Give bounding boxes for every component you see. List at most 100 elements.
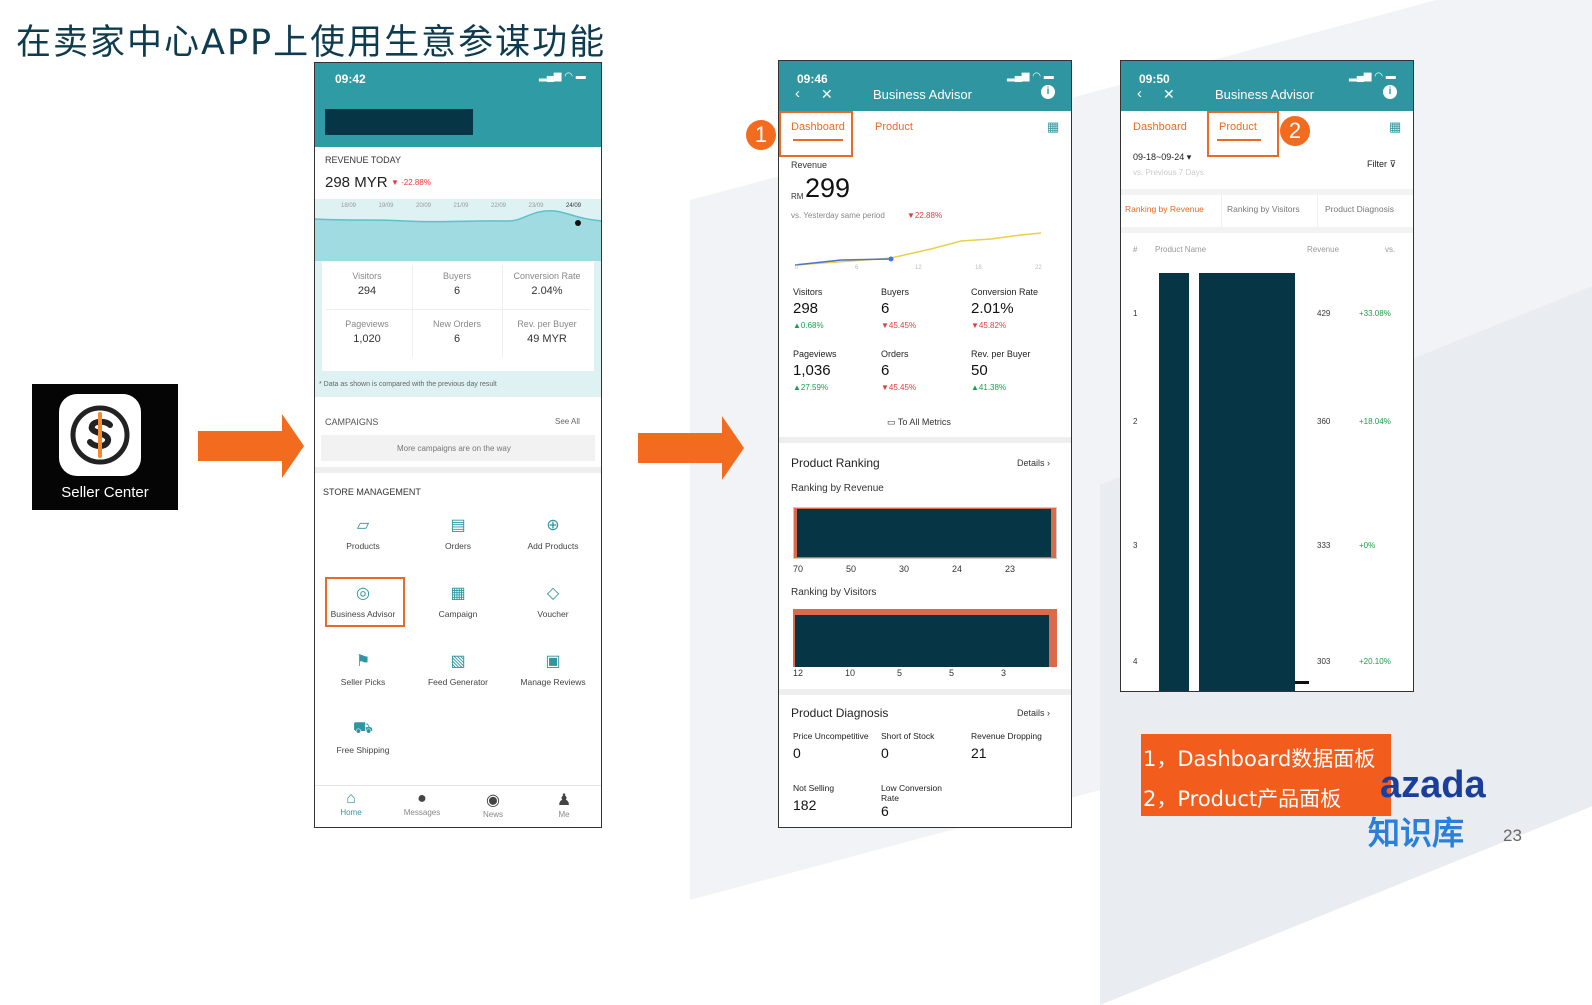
metric-label: New Orders — [432, 319, 481, 329]
nav-label: Home — [340, 808, 362, 817]
metric-change: ▼45.82% — [971, 321, 1007, 330]
orders-icon: ▤ — [450, 517, 466, 534]
grid-menu-icon[interactable]: ▦ — [1047, 119, 1059, 135]
divider — [502, 265, 503, 357]
tab-product[interactable]: Product — [875, 121, 913, 133]
col-vs-header: vs. — [1385, 245, 1396, 254]
row-change: +33.08% — [1359, 309, 1391, 318]
arrow-right-icon — [198, 414, 304, 478]
nav-me[interactable]: ♟ Me — [534, 790, 594, 819]
store-item-label: Voucher — [537, 609, 569, 619]
store-item-manage-reviews[interactable]: ▣ Manage Reviews — [508, 651, 598, 687]
lazada-logo-text: azada — [1380, 764, 1486, 806]
to-all-metrics-label: To All Metrics — [897, 417, 951, 427]
table-row[interactable]: 1 429 +33.08% — [1121, 309, 1413, 323]
metrics-grid: Visitors 294 Buyers 6 Conversion Rate 2.04% Pa… — [322, 261, 594, 371]
visitor-rank-value: 5 — [897, 668, 903, 678]
metric-label: Buyers — [881, 287, 910, 297]
header-title: Business Advisor — [873, 87, 972, 102]
subtab-ranking-by-revenue[interactable]: Ranking by Revenue — [1125, 204, 1204, 214]
diagnosis-value: 182 — [793, 797, 817, 813]
messages-icon: ● — [417, 790, 427, 807]
phone-seller-center-home: 09:42 ▂▄▆ ◠ ▬ REVENUE TODAY 298 MYR ▼ -2… — [314, 62, 602, 828]
to-all-metrics-link[interactable]: ▭ To All Metrics — [887, 417, 951, 428]
add-icon: ⊕ — [546, 517, 560, 534]
store-item-seller-picks[interactable]: ⚑ Seller Picks — [318, 651, 408, 687]
store-item-feed-generator[interactable]: ▧ Feed Generator — [413, 651, 503, 687]
visitor-rank-value: 10 — [845, 668, 856, 678]
divider — [326, 309, 590, 310]
filter-button[interactable]: Filter ⊽ — [1367, 159, 1396, 170]
store-item-add-products[interactable]: ⊕ Add Products — [508, 515, 598, 551]
metric-label: Conversion Rate — [971, 287, 1039, 297]
close-icon[interactable]: ✕ — [821, 86, 833, 103]
close-icon[interactable]: ✕ — [1163, 86, 1175, 103]
date-range-label: 09-18~09-24 — [1133, 152, 1185, 162]
info-icon[interactable]: i — [1383, 85, 1397, 99]
callout-line-2: 2，Product产品面板 — [1143, 787, 1342, 811]
revenue-change-value: -22.88% — [401, 178, 431, 187]
header-bar: 09:46 ▂▄▆ ◠ ▬ ‹ ✕ Business Advisor i — [779, 61, 1071, 111]
seller-center-app-icon[interactable]: Seller Center — [32, 384, 178, 510]
metric-value: 1,020 — [353, 333, 381, 345]
ranking-details-link[interactable]: Details › — [1017, 458, 1050, 468]
metric-change: ▲0.68% — [793, 321, 824, 330]
header-bar: 09:50 ▂▄▆ ◠ ▬ ‹ ✕ Business Advisor i — [1121, 61, 1413, 111]
dashboard-tab-highlight — [779, 111, 853, 157]
store-item-orders[interactable]: ▤ Orders — [413, 515, 503, 551]
chart-axis-label: 22 — [1035, 265, 1042, 271]
chart-axis-label: 18 — [975, 265, 982, 271]
metric-label: Visitors — [793, 287, 823, 297]
metric-change: ▼45.45% — [881, 383, 917, 392]
divider — [412, 265, 413, 357]
back-icon[interactable]: ‹ — [1137, 85, 1142, 102]
store-item-label: Feed Generator — [427, 677, 488, 687]
nav-messages[interactable]: ● Messages — [392, 790, 452, 817]
divider — [1221, 195, 1222, 227]
diagnosis-details-link[interactable]: Details › — [1017, 708, 1050, 718]
subtab-product-diagnosis[interactable]: Product Diagnosis — [1325, 204, 1394, 214]
store-item-label: Business Advisor — [330, 609, 396, 619]
col-rank-header: # — [1133, 245, 1138, 254]
see-all-link[interactable]: See All — [555, 417, 580, 426]
metric-value: 2.01% — [971, 300, 1014, 317]
divider — [779, 689, 1071, 695]
metric-value: 6 — [453, 333, 461, 345]
store-item-products[interactable]: ▱ Products — [318, 515, 408, 551]
subtab-ranking-by-visitors[interactable]: Ranking by Visitors — [1227, 204, 1300, 214]
back-icon[interactable]: ‹ — [795, 85, 800, 102]
info-icon[interactable]: i — [1041, 85, 1055, 99]
flag-icon: ⚑ — [355, 653, 371, 670]
table-row[interactable]: 2 360 +18.04% — [1121, 417, 1413, 431]
metric-value: 298 — [793, 300, 819, 317]
table-row[interactable]: 4 303 +20.10% — [1121, 657, 1413, 671]
status-time: 09:46 — [797, 72, 828, 86]
store-item-business-advisor[interactable]: ◎ Business Advisor — [318, 583, 408, 619]
metric-change: ▼45.45% — [881, 321, 917, 330]
metric-cell: Rev. per Buyer 49 MYR — [502, 319, 592, 345]
compass-icon: ◎ — [356, 585, 370, 602]
divider — [1317, 195, 1318, 227]
status-icons: ▂▄▆ ◠ ▬ — [539, 71, 586, 82]
status-time: 09:42 — [335, 72, 366, 86]
store-item-campaign[interactable]: ▦ Campaign — [413, 583, 503, 619]
table-row[interactable]: 3 333 +0% — [1121, 541, 1413, 555]
reviews-icon: ▣ — [545, 653, 561, 670]
slide-title: 在卖家中心APP上使用生意参谋功能 — [16, 23, 607, 63]
store-item-label: Manage Reviews — [520, 677, 586, 687]
metric-cell: Conversion Rate 2.04% — [502, 271, 592, 297]
redacted-revenue-products — [797, 509, 1051, 557]
store-item-voucher[interactable]: ◇ Voucher — [508, 583, 598, 619]
nav-home[interactable]: ⌂ Home — [321, 790, 381, 817]
metric-value: 6 — [453, 285, 461, 297]
row-rank: 2 — [1133, 417, 1138, 426]
vs-previous-text: vs. Previous 7 Days — [1133, 168, 1204, 177]
revenue-rank-value: 30 — [899, 564, 910, 574]
nav-news[interactable]: ◉ News — [463, 790, 523, 819]
grid-menu-icon[interactable]: ▦ — [1389, 119, 1401, 135]
date-range-selector[interactable]: 09-18~09-24 ▾ — [1133, 152, 1191, 163]
store-item-free-shipping[interactable]: ⛟ Free Shipping — [318, 719, 408, 755]
ranking-by-visitors-label: Ranking by Visitors — [791, 587, 877, 598]
tab-dashboard[interactable]: Dashboard — [1133, 121, 1187, 133]
col-revenue-header: Revenue — [1307, 245, 1340, 254]
